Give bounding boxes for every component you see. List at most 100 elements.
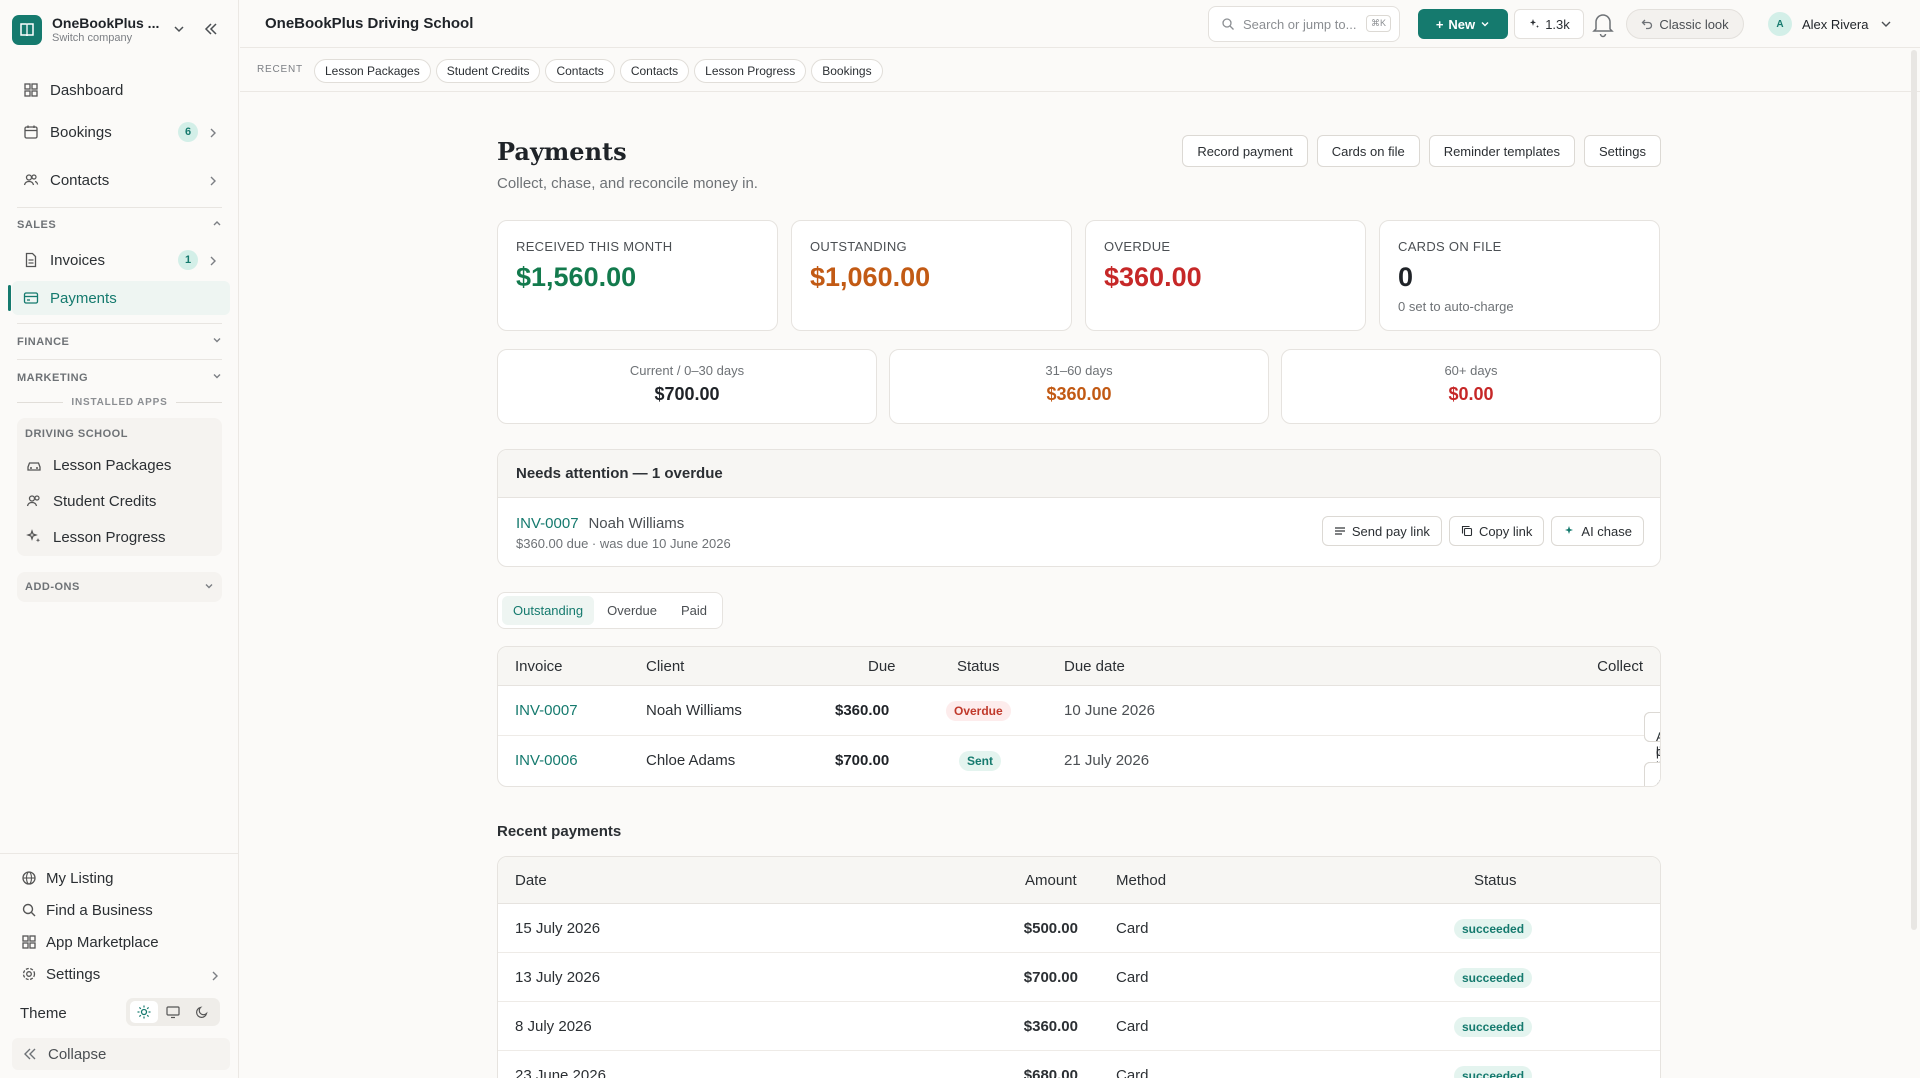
sidebar-item-label: Bookings <box>50 123 112 141</box>
column-header[interactable]: Status <box>1474 872 1517 889</box>
column-header[interactable]: Method <box>1116 872 1166 889</box>
sidebar-item-label: Lesson Packages <box>53 456 172 474</box>
tab-paid[interactable]: Paid <box>670 596 718 625</box>
aging-value: $700.00 <box>654 384 720 404</box>
reminder-templates-button[interactable]: Reminder templates <box>1428 135 1576 167</box>
recent-label: RECENT <box>257 64 303 75</box>
recent-chip[interactable]: Contacts <box>619 59 690 83</box>
table-header: Invoice Client Due Status Due date Colle… <box>498 647 1660 686</box>
user-menu[interactable]: A Alex Rivera <box>1768 10 1892 38</box>
page-subtitle: Collect, chase, and reconcile money in. <box>497 175 758 192</box>
column-header[interactable]: Client <box>646 658 684 675</box>
sparkle-icon <box>25 528 43 546</box>
column-header[interactable]: Amount <box>1025 872 1077 889</box>
column-header[interactable]: Status <box>957 658 1000 675</box>
sidebar-item-student-credits[interactable]: Student Credits <box>25 486 215 516</box>
table-header: Date Amount Method Status <box>498 857 1660 904</box>
invoice-link[interactable]: INV-0007 <box>516 515 579 532</box>
sidebar-item-dashboard[interactable]: Dashboard <box>12 73 230 107</box>
sidebar-item-find-business[interactable]: Find a Business <box>20 897 220 923</box>
tab-outstanding[interactable]: Outstanding <box>502 596 595 625</box>
new-button[interactable]: + New <box>1418 9 1508 39</box>
chevron-up-icon <box>212 218 222 231</box>
sidebar-item-bookings[interactable]: Bookings 6 <box>12 115 230 149</box>
payment-method: Card <box>1116 1067 1149 1078</box>
collapse-sidebar-icon[interactable] <box>202 20 220 41</box>
record-payment-button[interactable]: Record payment <box>1182 135 1308 167</box>
aging-card-31-60: 31–60 days $360.00 <box>889 349 1269 424</box>
recent-chip[interactable]: Lesson Packages <box>314 59 431 83</box>
cards-on-file-button[interactable]: Cards on file <box>1316 135 1420 167</box>
book-logo-icon <box>12 15 42 45</box>
column-header[interactable]: Due <box>868 658 896 675</box>
send-pay-link-button[interactable]: Send pay link <box>1321 516 1442 546</box>
chevron-down-icon[interactable] <box>172 22 186 39</box>
sidebar-item-invoices[interactable]: Invoices 1 <box>12 243 230 277</box>
column-header: Collect <box>1597 658 1643 675</box>
table-row[interactable]: 23 June 2026 $680.00 Card succeeded <box>498 1051 1660 1078</box>
stat-value: $1,060.00 <box>810 262 931 292</box>
sidebar-item-app-marketplace[interactable]: App Marketplace <box>20 929 220 955</box>
table-row[interactable]: INV-0006 Chloe Adams $700.00 Sent 21 Jul… <box>498 736 1660 786</box>
button-label: Send pay link <box>1351 523 1430 539</box>
copy-icon <box>1461 525 1473 537</box>
section-marketing[interactable]: MARKETING <box>17 371 222 384</box>
status-badge: Sent <box>959 751 1002 771</box>
recent-chip[interactable]: Lesson Progress <box>694 59 807 83</box>
recent-chip[interactable]: Contacts <box>545 59 615 83</box>
invoice-link[interactable]: INV-0006 <box>515 752 578 769</box>
sidebar-item-lesson-progress[interactable]: Lesson Progress <box>25 522 215 552</box>
sidebar-item-my-listing[interactable]: My Listing <box>20 865 220 891</box>
search-input[interactable]: Search or jump to... ⌘K <box>1208 6 1400 42</box>
sidebar-item-payments[interactable]: Payments <box>8 281 230 315</box>
button-label: Copy link <box>1478 523 1533 539</box>
attention-row: INV-0007 Noah Williams $360.00 due · was… <box>498 498 1660 566</box>
recent-chip[interactable]: Student Credits <box>435 59 541 83</box>
moon-icon[interactable] <box>188 1001 216 1023</box>
settings-button[interactable]: Settings <box>1584 135 1661 167</box>
scrollbar[interactable] <box>1911 50 1917 930</box>
table-row[interactable]: 8 July 2026 $360.00 Card succeeded <box>498 1002 1660 1051</box>
client-name: Noah Williams <box>646 702 742 719</box>
column-header[interactable]: Date <box>515 872 547 889</box>
monitor-icon[interactable] <box>159 1001 187 1023</box>
installed-apps-divider: INSTALLED APPS <box>17 397 222 408</box>
company-name: OneBookPlus ... <box>52 15 160 32</box>
section-sales[interactable]: SALES <box>17 218 222 231</box>
aging-value: $360.00 <box>1046 384 1112 404</box>
sidebar-item-label: Lesson Progress <box>53 528 166 546</box>
chevron-right-icon <box>208 126 218 143</box>
ai-chase-button[interactable]: AI chase <box>1644 762 1660 786</box>
divider <box>0 853 239 854</box>
client-name: Chloe Adams <box>646 752 736 769</box>
stat-label: OVERDUE <box>1104 239 1171 254</box>
company-switcher[interactable]: OneBookPlus ... Switch company <box>12 14 227 46</box>
classic-look-button[interactable]: Classic look <box>1626 9 1744 39</box>
activity-count-button[interactable]: 1.3k <box>1514 9 1584 39</box>
section-finance[interactable]: FINANCE <box>17 335 222 348</box>
tab-overdue[interactable]: Overdue <box>596 596 668 625</box>
table-row[interactable]: 13 July 2026 $700.00 Card succeeded <box>498 953 1660 1002</box>
column-header[interactable]: Invoice <box>515 658 563 675</box>
sidebar-item-settings[interactable]: Settings <box>20 961 220 987</box>
recent-chip[interactable]: Bookings <box>811 59 883 83</box>
collapse-button[interactable]: Collapse <box>12 1038 230 1070</box>
bell-icon[interactable] <box>1590 10 1616 41</box>
section-label: FINANCE <box>17 335 70 348</box>
theme-row: Theme <box>20 998 220 1028</box>
stat-card-cards-on-file: CARDS ON FILE 0 0 set to auto-charge <box>1379 220 1660 331</box>
sidebar-item-contacts[interactable]: Contacts <box>12 163 230 197</box>
invoice-link[interactable]: INV-0007 <box>515 702 578 719</box>
invoices-count-badge: 1 <box>178 250 198 270</box>
sidebar-item-label: Find a Business <box>46 901 153 919</box>
section-addons[interactable]: ADD-ONS <box>17 572 222 602</box>
table-row[interactable]: INV-0007 Noah Williams $360.00 Overdue 1… <box>498 686 1660 774</box>
sparkle-icon <box>1528 18 1540 30</box>
column-header[interactable]: Due date <box>1064 658 1125 675</box>
copy-link-button[interactable]: Copy link <box>1448 516 1545 546</box>
ai-chase-button[interactable]: AI chase <box>1551 516 1644 546</box>
table-row[interactable]: 15 July 2026 $500.00 Card succeeded <box>498 904 1660 953</box>
sidebar-item-lesson-packages[interactable]: Lesson Packages <box>25 450 215 480</box>
chevron-down-icon <box>204 581 214 594</box>
sun-icon[interactable] <box>129 1001 158 1023</box>
